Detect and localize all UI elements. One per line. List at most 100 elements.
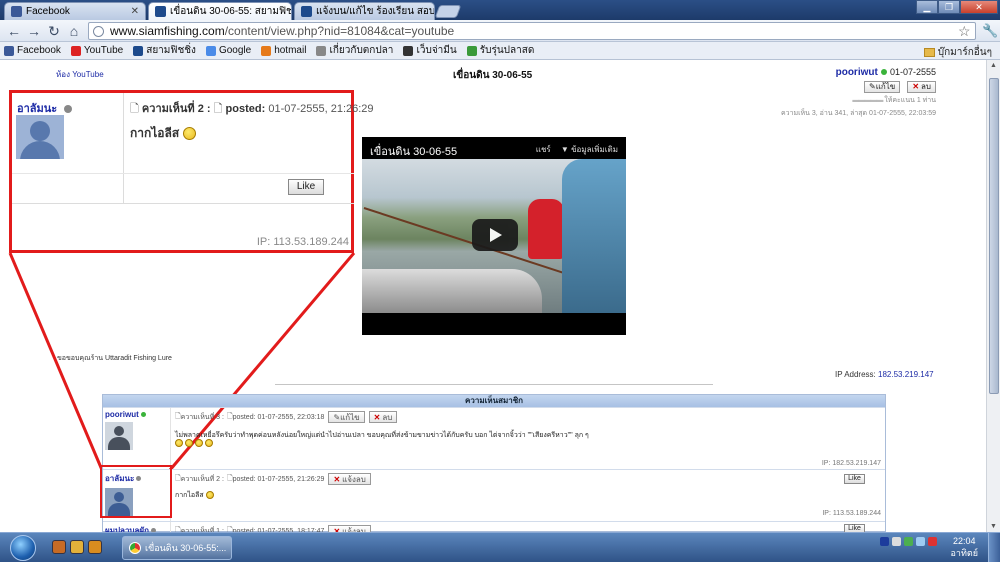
rating-stars-icon: ▬▬▬▬▬: [852, 96, 883, 104]
rating-text: ให้คะแนน 1 ท่าน: [884, 96, 936, 104]
edit-label: แก้ไข: [340, 412, 360, 422]
bookmark-hotmail[interactable]: hotmail: [261, 45, 306, 56]
edit-label: แก้ไข: [875, 82, 896, 91]
rating-row: ▬▬▬▬▬ ให้คะแนน 1 ท่าน: [772, 95, 936, 106]
taskbar-chrome-window[interactable]: เขื่อนดิน 30-06-55:...: [122, 536, 232, 560]
arrow-icon[interactable]: [892, 537, 901, 546]
edit-button[interactable]: ✎ แก้ไข: [864, 80, 901, 93]
page-icon: 🗋: [130, 103, 139, 115]
facebook-icon: [4, 45, 14, 56]
bookmark-fish[interactable]: รับรุ่นปลาสด: [466, 43, 534, 58]
comment-header: 🗋 ความเห็นที่ 3 : 🗋 posted: 01-07-2555, 22…: [175, 411, 398, 423]
comment-number: ความเห็นที่ 2 :: [141, 103, 211, 115]
thanks-text: ขอขอบคุณร้าน Uttaradit Fishing Lure: [57, 355, 172, 362]
quicklaunch-icon[interactable]: [70, 540, 84, 554]
leaf-icon: [466, 45, 477, 56]
like-button[interactable]: Like: [288, 179, 324, 195]
avatar: [105, 422, 133, 450]
reload-icon[interactable]: ↻: [46, 23, 62, 39]
scroll-up-icon[interactable]: ▲: [990, 62, 998, 69]
info-button[interactable]: ข้อมูลเพิ่มเติม: [571, 145, 618, 154]
wrench-icon[interactable]: 🔧: [982, 23, 998, 39]
smiley-icon: [204, 439, 213, 447]
scroll-thumb[interactable]: [989, 78, 999, 394]
author-panel: pooriwut 01-07-2555 ✎ แก้ไข ✕ ลบ ▬▬▬▬▬ ให้…: [772, 66, 936, 119]
avatar: [16, 115, 64, 159]
clock[interactable]: 22:04 อาทิตย์: [950, 535, 978, 559]
youtube-room-link[interactable]: ห้อง YouTube: [56, 68, 104, 81]
new-tab-button[interactable]: [434, 5, 462, 18]
highlight-box: [100, 465, 172, 518]
minimize-icon[interactable]: ▁: [916, 0, 938, 14]
start-button[interactable]: [10, 535, 36, 561]
comment-ip: IP: 113.53.189.244: [256, 236, 349, 248]
ip-address: IP Address: 182.53.219.147: [835, 370, 934, 379]
bookmark-fishing[interactable]: เกี่ยวกับตกปลา: [316, 43, 393, 58]
back-icon[interactable]: ←: [6, 23, 22, 39]
like-button[interactable]: Like: [844, 474, 865, 484]
siamfishing-icon: [155, 6, 166, 17]
delete-button[interactable]: ✕ ลบ: [907, 80, 936, 93]
other-bookmarks[interactable]: บุ๊กมาร์กอื่นๆ: [923, 45, 992, 60]
bookmark-google[interactable]: Google: [205, 45, 252, 56]
windows-taskbar: เขื่อนดิน 30-06-55:... 22:04 อาทิตย์: [0, 532, 1000, 562]
page-scrollbar[interactable]: ▲ ▼: [986, 60, 1000, 532]
bookmark-label: YouTube: [83, 45, 124, 56]
hotmail-icon: [261, 45, 272, 56]
window-title: เขื่อนดิน 30-06-55:...: [145, 543, 227, 553]
url-host: www.siamfishing.com: [110, 24, 225, 38]
ip-label: IP Address:: [835, 370, 876, 379]
youtube-video-player[interactable]: เขื่อนดิน 30-06-55 แชร์ ▼ ข้อมูลเพิ่มเติ…: [362, 137, 626, 335]
delete-button[interactable]: ✕ ลบ: [368, 411, 398, 423]
bookmark-youtube[interactable]: YouTube: [70, 45, 124, 56]
network-icon[interactable]: [904, 537, 913, 546]
offline-status-icon: [64, 105, 73, 114]
window-controls: ▁ ❐ ✕: [916, 0, 998, 14]
person-red: [528, 199, 564, 259]
avatar-head: [114, 426, 124, 436]
bookmark-label: Google: [218, 45, 252, 56]
share-button[interactable]: แชร์: [536, 145, 551, 154]
tab-label: เขื่อนดิน 30-06-55: สยามฟิชชิ่ง: [170, 6, 292, 17]
antivirus-icon[interactable]: [928, 537, 937, 546]
author-name[interactable]: pooriwut: [836, 67, 878, 78]
smiley-row: [175, 439, 213, 447]
volume-icon[interactable]: [916, 537, 925, 546]
x-icon: ✕: [373, 412, 381, 422]
edit-button[interactable]: ✎ แก้ไข: [328, 411, 365, 423]
keyboard-icon[interactable]: [880, 537, 889, 546]
bookmark-facebook[interactable]: Facebook: [4, 45, 61, 56]
web-page: ห้อง YouTube เขื่อนดิน 30-06-55 pooriwut…: [0, 60, 1000, 537]
restore-icon[interactable]: ❐: [938, 0, 960, 14]
youtube-icon: [70, 45, 81, 56]
play-button[interactable]: [472, 219, 518, 251]
boat: [362, 269, 542, 313]
show-desktop-button[interactable]: [988, 533, 1000, 562]
video-title[interactable]: เขื่อนดิน 30-06-55: [370, 142, 457, 160]
comments-table: ความเห็นสมาชิก pooriwut 🗋 ความเห็นที่ 3 :…: [102, 394, 886, 537]
quicklaunch-icon[interactable]: [88, 540, 102, 554]
browser-toolbar: ← → ↻ ⌂ www.siamfishing.com /content/vie…: [0, 20, 1000, 42]
bookmarks-bar: Facebook YouTube สยามฟิชชิ่ง Google hotm…: [0, 42, 1000, 60]
quicklaunch-icon[interactable]: [52, 540, 66, 554]
bookmark-web[interactable]: เว็บจ่ามีน: [403, 43, 457, 58]
forward-icon[interactable]: →: [26, 23, 42, 39]
bookmark-label: เว็บจ่ามีน: [416, 45, 457, 56]
ip-value: 182.53.219.147: [878, 370, 934, 379]
address-bar[interactable]: www.siamfishing.com /content/view.php?ni…: [88, 22, 976, 40]
tab-active-page[interactable]: เขื่อนดิน 30-06-55: สยามฟิชชิ่ง ✕: [148, 2, 292, 20]
online-status-icon: [141, 412, 147, 418]
close-tab-icon[interactable]: ✕: [127, 6, 139, 17]
close-window-icon[interactable]: ✕: [960, 0, 998, 14]
bookmark-star-icon[interactable]: ☆: [958, 23, 971, 40]
scroll-down-icon[interactable]: ▼: [990, 523, 998, 530]
home-icon[interactable]: ⌂: [66, 23, 82, 39]
tab-facebook[interactable]: Facebook ✕: [4, 2, 146, 20]
other-bookmarks-label: บุ๊กมาร์กอื่นๆ: [937, 47, 992, 58]
report-button[interactable]: ✕ แจ้งลบ: [328, 473, 371, 485]
username-text: อาลัมนะ: [17, 103, 58, 115]
comment-username[interactable]: pooriwut: [105, 410, 168, 419]
tab-report[interactable]: แจ้งบน/แก้ไข ร้องเรียน สอบถาม ✕: [294, 2, 435, 20]
bookmark-siamfishing[interactable]: สยามฟิชชิ่ง: [133, 43, 196, 58]
bookmark-label: สยามฟิชชิ่ง: [146, 45, 196, 56]
